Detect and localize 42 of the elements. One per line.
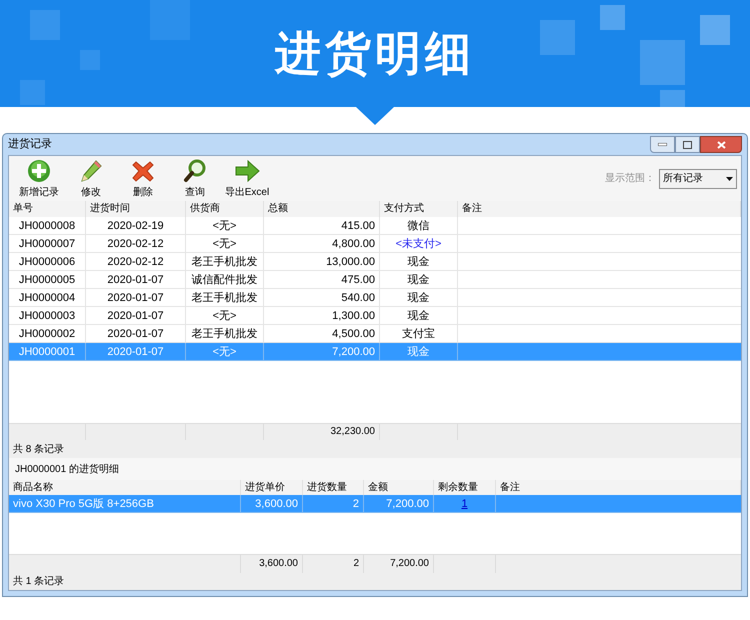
quantity-cell: 2 [303,495,364,513]
amount-cell: 7,200.00 [364,495,434,513]
table-row[interactable]: JH0000005 2020-01-07 诚信配件批发 475.00 现金 [9,271,741,289]
dropdown-icon [726,176,733,180]
filter-label: 显示范围： [605,172,655,186]
toolbar-button[interactable]: 新增记录 [13,158,65,200]
table-row[interactable]: JH0000003 2020-01-07 <无> 1,300.00 现金 [9,307,741,325]
minimize-button[interactable] [650,136,675,153]
toolbar-button[interactable]: 导出Excel [221,158,273,200]
payment-cell: 现金 [380,343,458,361]
magnifier-icon [183,158,207,182]
toolbar-button[interactable]: 修改 [65,158,117,200]
pencil-icon [79,158,103,182]
right-arrow-icon [234,158,260,182]
amount-cell: 7,200.00 [264,343,380,361]
toolbar-button[interactable]: 删除 [117,158,169,200]
close-icon [716,140,726,148]
remaining-link[interactable]: 1 [461,496,468,510]
minimize-icon [658,143,667,146]
close-button[interactable] [700,136,742,153]
table-row[interactable]: JH0000006 2020-02-12 老王手机批发 13,000.00 现金 [9,253,741,271]
price-cell: 3,600.00 [241,495,303,513]
plus-circle-icon [27,158,51,182]
table-row[interactable]: JH0000007 2020-02-12 <无> 4,800.00 <未支付> [9,235,741,253]
supplier-cell: <无> [186,343,264,361]
order-id-cell: JH0000001 [9,343,86,361]
maximize-button[interactable] [675,136,700,153]
record-count: 共 1 条记录 [13,574,64,589]
table-row[interactable]: JH0000002 2020-01-07 老王手机批发 4,500.00 支付宝 [9,325,741,343]
x-icon [131,158,155,182]
product-name-cell: vivo X30 Pro 5G版 8+256GB [9,495,241,513]
record-count: 共 8 条记录 [13,442,64,456]
toolbar-button[interactable]: 查询 [169,158,221,200]
window-title: 进货记录 [8,137,52,152]
table-row[interactable]: JH0000008 2020-02-19 <无> 415.00 微信 [9,217,741,235]
date-cell: 2020-01-07 [86,343,186,361]
detail-title: JH0000001 的进货明细 [15,462,119,476]
banner-title: 进货明细 [275,26,475,81]
maximize-icon [683,140,692,148]
table-row[interactable]: JH0000004 2020-01-07 老王手机批发 540.00 现金 [9,289,741,307]
range-select[interactable]: 所有记录 [659,168,737,188]
table-row[interactable]: vivo X30 Pro 5G版 8+256GB 3,600.00 2 7,200.00 1 [9,495,741,513]
